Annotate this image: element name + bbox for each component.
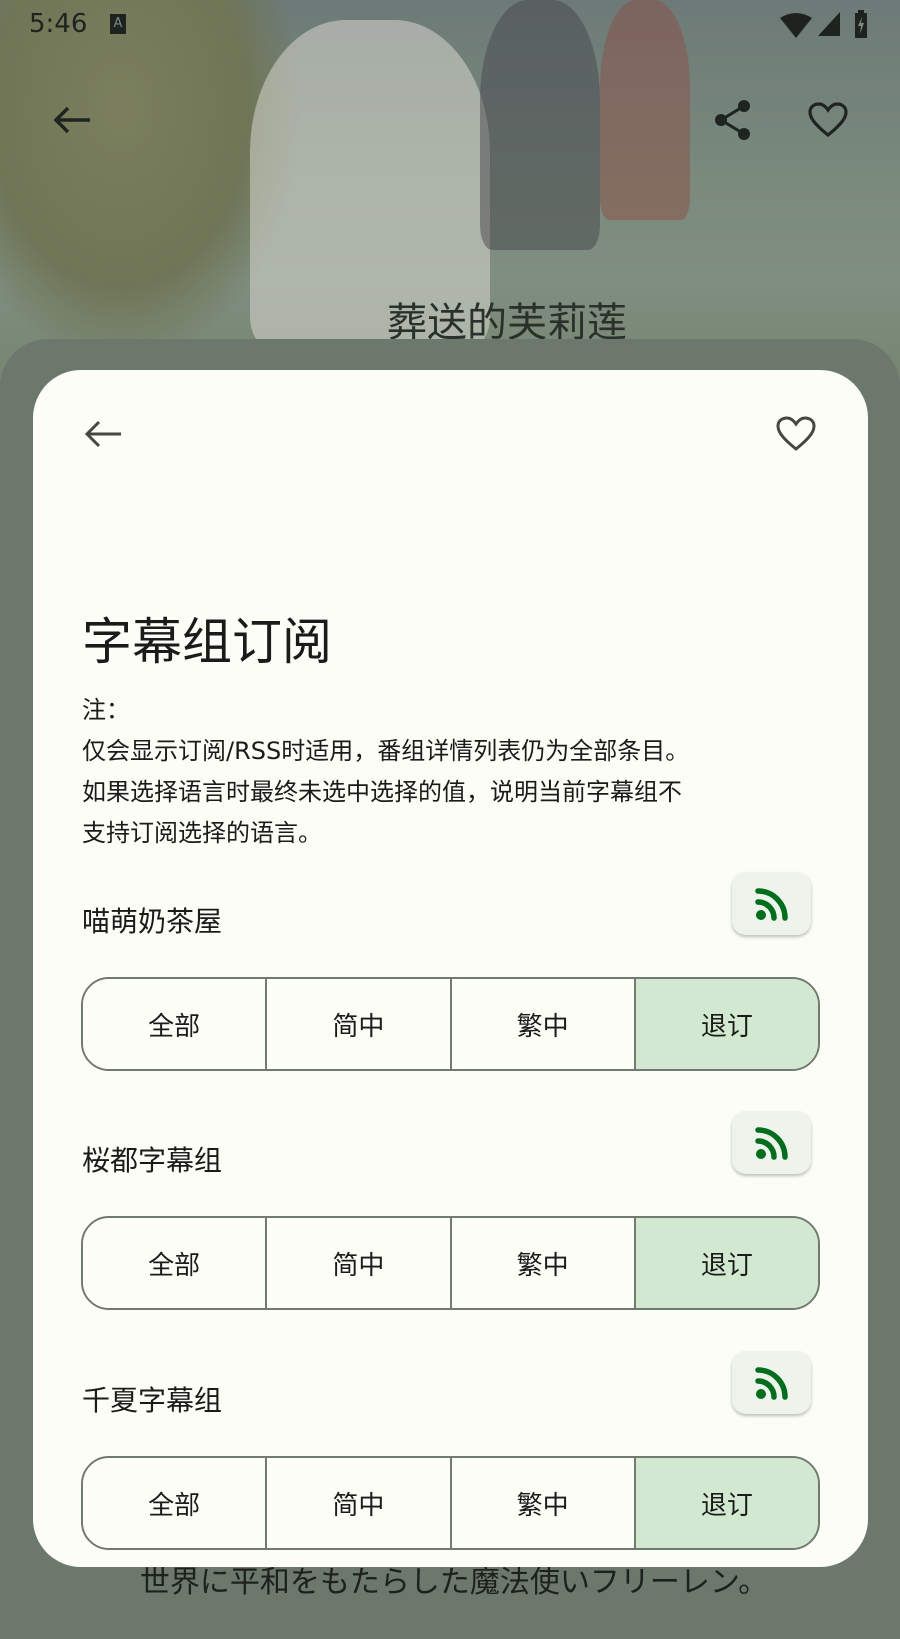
status-time: 5:46 bbox=[29, 9, 88, 39]
notification-icon: A bbox=[110, 14, 126, 34]
language-selector: 全部 简中 繁中 退订 bbox=[81, 1456, 820, 1550]
rss-icon bbox=[754, 1366, 788, 1400]
arrow-left-icon bbox=[84, 420, 121, 448]
group-name: 桜都字幕组 bbox=[82, 1144, 223, 1177]
share-icon bbox=[715, 100, 750, 140]
segment-option[interactable]: 简中 bbox=[267, 979, 452, 1069]
rss-button[interactable] bbox=[732, 872, 811, 935]
rss-button[interactable] bbox=[732, 1351, 811, 1414]
note-line: 如果选择语言时最终未选中选择的值，说明当前字幕组不 bbox=[82, 778, 682, 806]
arrow-left-icon bbox=[53, 106, 90, 134]
segment-option[interactable]: 全部 bbox=[83, 1458, 268, 1548]
heart-outline-icon bbox=[808, 102, 848, 138]
segment-option[interactable]: 简中 bbox=[267, 1218, 452, 1308]
note-line: 仅会显示订阅/RSS时适用，番组详情列表仍为全部条目。 bbox=[82, 737, 690, 765]
battery-icon bbox=[855, 10, 867, 38]
segment-option[interactable]: 退订 bbox=[635, 1218, 818, 1308]
segment-option[interactable]: 简中 bbox=[267, 1458, 452, 1548]
rss-button[interactable] bbox=[732, 1111, 811, 1174]
language-selector: 全部 简中 繁中 退订 bbox=[81, 1216, 820, 1310]
wifi-icon bbox=[780, 13, 812, 38]
segment-option[interactable]: 退订 bbox=[635, 1458, 818, 1548]
segment-option[interactable]: 退订 bbox=[635, 979, 818, 1069]
segment-option[interactable]: 繁中 bbox=[451, 979, 636, 1069]
note-line: 支持订阅选择的语言。 bbox=[82, 819, 322, 847]
favorite-button[interactable] bbox=[806, 99, 850, 141]
rss-icon bbox=[754, 1126, 788, 1160]
segment-option[interactable]: 繁中 bbox=[451, 1218, 636, 1308]
dialog-back-button[interactable] bbox=[81, 414, 125, 454]
back-button[interactable] bbox=[51, 99, 93, 141]
rss-icon bbox=[754, 887, 788, 921]
note-line: 注： bbox=[82, 696, 130, 724]
dialog-note: 注： 仅会显示订阅/RSS时适用，番组详情列表仍为全部条目。 如果选择语言时最终… bbox=[82, 690, 822, 854]
status-bar: 5:46 A bbox=[0, 0, 900, 50]
dialog-title: 字幕组订阅 bbox=[82, 613, 332, 671]
segment-option[interactable]: 全部 bbox=[83, 979, 268, 1069]
subscription-dialog: 字幕组订阅 注： 仅会显示订阅/RSS时适用，番组详情列表仍为全部条目。 如果选… bbox=[33, 370, 868, 1567]
heart-outline-icon bbox=[776, 416, 816, 451]
segment-option[interactable]: 全部 bbox=[83, 1218, 268, 1308]
language-selector: 全部 简中 繁中 退订 bbox=[81, 977, 820, 1071]
group-name: 喵萌奶茶屋 bbox=[82, 905, 223, 938]
dialog-favorite-button[interactable] bbox=[775, 414, 817, 454]
share-button[interactable] bbox=[712, 99, 754, 141]
group-name: 千夏字幕组 bbox=[82, 1384, 223, 1417]
signal-icon bbox=[818, 12, 840, 36]
segment-option[interactable]: 繁中 bbox=[451, 1458, 636, 1548]
